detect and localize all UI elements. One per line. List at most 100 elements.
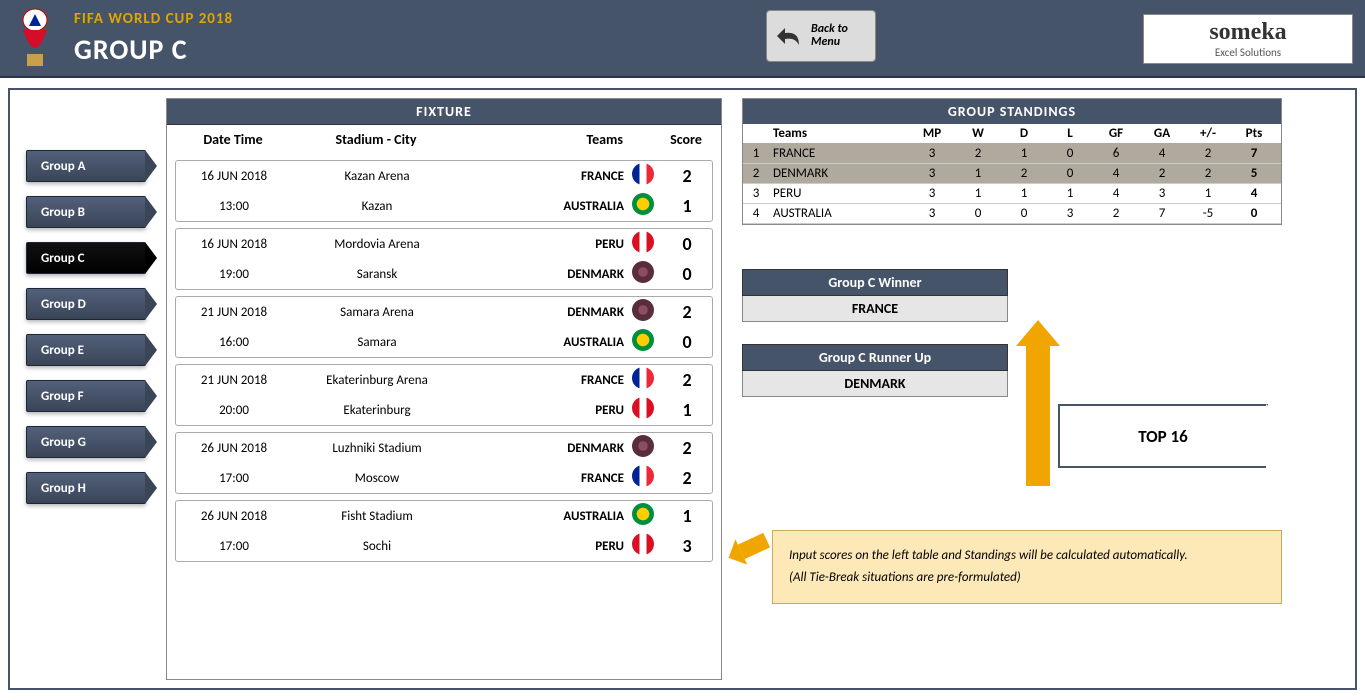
flag-icon (632, 465, 654, 487)
back-label: Back to Menu (811, 23, 848, 49)
content: Group A Group B Group C Group D Group E Group… (8, 88, 1357, 690)
match-date: 26 JUN 2018 (176, 509, 292, 524)
match-city: Moscow (292, 471, 462, 486)
match-team1: DENMARK (462, 441, 632, 456)
match-team2: AUSTRALIA (462, 199, 632, 214)
match-date: 21 JUN 2018 (176, 373, 292, 388)
arrow-up-icon (1026, 346, 1050, 486)
match-team1: FRANCE (462, 373, 632, 388)
fixture-title: FIXTURE (167, 99, 721, 125)
score2-input[interactable]: 1 (662, 195, 712, 217)
flag-icon (632, 193, 654, 215)
match-city: Kazan (292, 199, 462, 214)
match-team2: DENMARK (462, 267, 632, 282)
right-panel: GROUP STANDINGS Teams MP W D L GF GA +/-… (742, 98, 1347, 680)
match-stadium: Luzhniki Stadium (292, 441, 462, 456)
nav-item-group-e[interactable]: Group E (26, 334, 146, 366)
score2-input[interactable]: 3 (662, 535, 712, 557)
note-arrow-icon (738, 533, 770, 559)
hint-note: Input scores on the left table and Stand… (772, 530, 1282, 604)
match-team1: FRANCE (462, 169, 632, 184)
match-team1: DENMARK (462, 305, 632, 320)
standings-row: 2 DENMARK 3 1 2 0 4 2 2 5 (743, 164, 1281, 184)
back-to-menu-button[interactable]: Back to Menu (766, 10, 876, 62)
flag-icon (632, 533, 654, 555)
match-team2: AUSTRALIA (462, 335, 632, 350)
match-time: 19:00 (176, 267, 292, 282)
flag-icon (632, 435, 654, 457)
nav-item-group-h[interactable]: Group H (26, 472, 146, 504)
back-arrow-icon (775, 25, 803, 47)
standings-row: 4 AUSTRALIA 3 0 0 3 2 7 -5 0 (743, 204, 1281, 224)
someka-logo: someka Excel Solutions (1143, 14, 1353, 64)
match-row: 26 JUN 2018 Fisht Stadium AUSTRALIA 1 17… (175, 500, 713, 562)
match-row: 21 JUN 2018 Samara Arena DENMARK 2 16:00… (175, 296, 713, 358)
match-time: 16:00 (176, 335, 292, 350)
match-date: 26 JUN 2018 (176, 441, 292, 456)
nav-item-group-d[interactable]: Group D (26, 288, 146, 320)
match-date: 21 JUN 2018 (176, 305, 292, 320)
match-stadium: Samara Arena (292, 305, 462, 320)
flag-icon (632, 503, 654, 525)
match-stadium: Mordovia Arena (292, 237, 462, 252)
header-title-small: FIFA WORLD CUP 2018 (74, 10, 233, 28)
match-date: 16 JUN 2018 (176, 237, 292, 252)
score2-input[interactable]: 1 (662, 399, 712, 421)
flag-icon (632, 367, 654, 389)
score1-input[interactable]: 2 (662, 165, 712, 187)
nav-item-group-c[interactable]: Group C (26, 242, 146, 274)
flag-icon (632, 261, 654, 283)
flag-icon (632, 163, 654, 185)
match-time: 20:00 (176, 403, 292, 418)
match-time: 17:00 (176, 471, 292, 486)
group-nav: Group A Group B Group C Group D Group E Group… (18, 98, 158, 680)
match-team2: FRANCE (462, 471, 632, 486)
match-time: 13:00 (176, 199, 292, 214)
match-city: Saransk (292, 267, 462, 282)
match-city: Ekaterinburg (292, 403, 462, 418)
header-title-large: GROUP C (74, 32, 188, 67)
match-team2: PERU (462, 403, 632, 418)
nav-item-group-g[interactable]: Group G (26, 426, 146, 458)
fixture-columns: Date Time Stadium - City Teams Score (167, 125, 721, 154)
score2-input[interactable]: 0 (662, 263, 712, 285)
header: FIFA WORLD CUP 2018 GROUP C Back to Menu… (0, 0, 1365, 78)
match-row: 21 JUN 2018 Ekaterinburg Arena FRANCE 2 … (175, 364, 713, 426)
winner-value: FRANCE (742, 296, 1008, 322)
match-team2: PERU (462, 539, 632, 554)
match-stadium: Kazan Arena (292, 169, 462, 184)
winner-label: Group C Winner (742, 269, 1008, 296)
match-row: 16 JUN 2018 Kazan Arena FRANCE 2 13:00 K… (175, 160, 713, 222)
match-team1: AUSTRALIA (462, 509, 632, 524)
score1-input[interactable]: 2 (662, 369, 712, 391)
score1-input[interactable]: 2 (662, 301, 712, 323)
match-stadium: Fisht Stadium (292, 509, 462, 524)
nav-item-group-a[interactable]: Group A (26, 150, 146, 182)
winner-box: Group C Winner FRANCE (742, 269, 1008, 322)
standings-title: GROUP STANDINGS (743, 99, 1281, 124)
match-row: 26 JUN 2018 Luzhniki Stadium DENMARK 2 1… (175, 432, 713, 494)
standings-columns: Teams MP W D L GF GA +/- Pts (743, 124, 1281, 144)
match-city: Sochi (292, 539, 462, 554)
match-row: 16 JUN 2018 Mordovia Arena PERU 0 19:00 … (175, 228, 713, 290)
runnerup-value: DENMARK (742, 371, 1008, 397)
match-date: 16 JUN 2018 (176, 169, 292, 184)
trophy-icon (8, 8, 62, 70)
match-time: 17:00 (176, 539, 292, 554)
flag-icon (632, 329, 654, 351)
nav-item-group-f[interactable]: Group F (26, 380, 146, 412)
score1-input[interactable]: 0 (662, 233, 712, 255)
score2-input[interactable]: 0 (662, 331, 712, 353)
top16-box: TOP 16 (1058, 404, 1268, 468)
match-stadium: Ekaterinburg Arena (292, 373, 462, 388)
nav-item-group-b[interactable]: Group B (26, 196, 146, 228)
score2-input[interactable]: 2 (662, 467, 712, 489)
runnerup-label: Group C Runner Up (742, 344, 1008, 371)
standings-panel: GROUP STANDINGS Teams MP W D L GF GA +/-… (742, 98, 1282, 225)
match-team1: PERU (462, 237, 632, 252)
flag-icon (632, 397, 654, 419)
score1-input[interactable]: 1 (662, 505, 712, 527)
score1-input[interactable]: 2 (662, 437, 712, 459)
flag-icon (632, 231, 654, 253)
standings-row: 3 PERU 3 1 1 1 4 3 1 4 (743, 184, 1281, 204)
